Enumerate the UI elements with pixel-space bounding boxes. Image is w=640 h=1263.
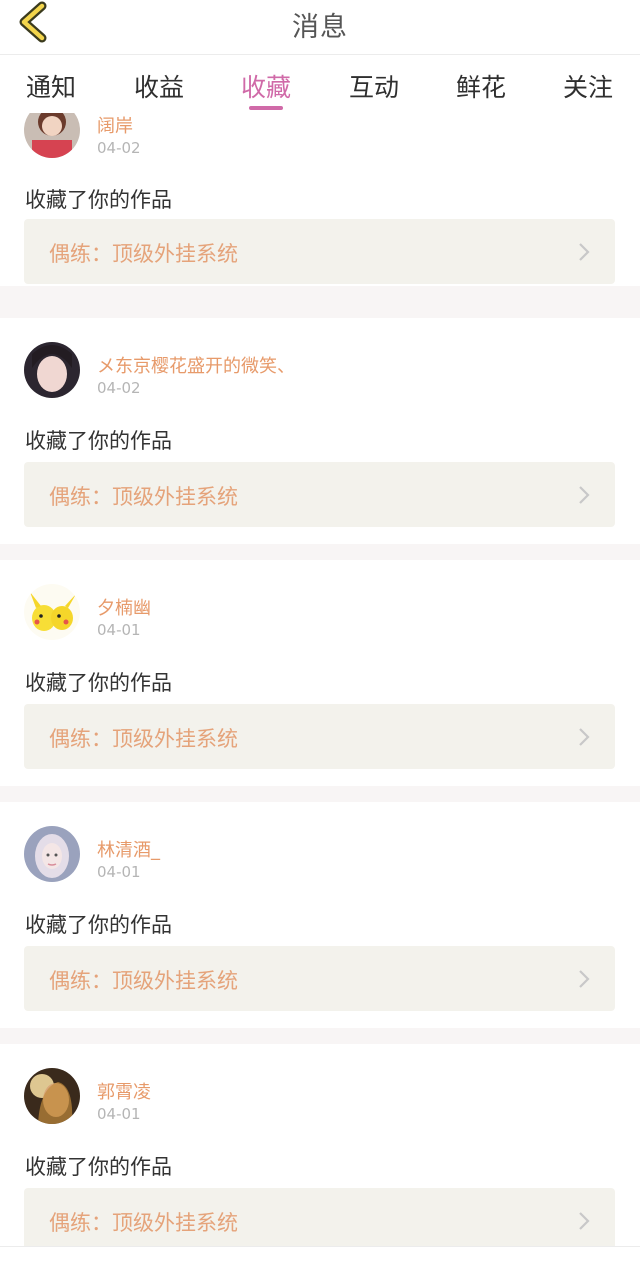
list-item: 阔岸 04-02 收藏了你的作品 偶练：顶级外挂系统 [0, 113, 640, 286]
chevron-right-icon [579, 1212, 590, 1230]
work-link[interactable]: 偶练：顶级外挂系统 [24, 1188, 615, 1246]
username[interactable]: 夕楠幽 [97, 594, 151, 620]
date: 04-02 [97, 139, 141, 157]
chevron-right-icon [579, 970, 590, 988]
work-link[interactable]: 偶练：顶级外挂系统 [24, 462, 615, 527]
work-link[interactable]: 偶练：顶级外挂系统 [24, 704, 615, 769]
chevron-right-icon [579, 486, 590, 504]
tab-follows[interactable]: 关注 [543, 68, 633, 104]
date: 04-01 [97, 1105, 141, 1123]
tab-favorites[interactable]: 收藏 [221, 68, 311, 104]
top-bar: 消息 [0, 0, 640, 55]
username[interactable]: 郭霄凌 [97, 1078, 151, 1104]
username[interactable]: 林清酒_ [97, 836, 160, 862]
list-item: 林清酒_ 04-01 收藏了你的作品 偶练：顶级外挂系统 [0, 802, 640, 1028]
tab-bar: 通知 收益 收藏 互动 鲜花 关注 [0, 55, 640, 113]
username[interactable]: 阔岸 [97, 113, 133, 138]
work-title: 偶练：顶级外挂系统 [49, 727, 238, 751]
active-tab-indicator [249, 106, 283, 110]
avatar[interactable] [24, 1068, 80, 1124]
work-link[interactable]: 偶练：顶级外挂系统 [24, 946, 615, 1011]
message-text: 收藏了你的作品 [25, 1155, 172, 1179]
page-title: 消息 [292, 12, 348, 43]
list-item: メ东京樱花盛开的微笑、 04-02 收藏了你的作品 偶练：顶级外挂系统 [0, 318, 640, 544]
message-text: 收藏了你的作品 [25, 188, 172, 212]
message-text: 收藏了你的作品 [25, 429, 172, 453]
work-title: 偶练：顶级外挂系统 [49, 1211, 238, 1235]
date: 04-02 [97, 379, 141, 397]
work-title: 偶练：顶级外挂系统 [49, 242, 238, 266]
work-title: 偶练：顶级外挂系统 [49, 485, 238, 509]
favorites-list[interactable]: 阔岸 04-02 收藏了你的作品 偶练：顶级外挂系统 メ东京樱花盛开的微笑、 0… [0, 113, 640, 1246]
chevron-right-icon [579, 243, 590, 261]
list-item: 夕楠幽 04-01 收藏了你的作品 偶练：顶级外挂系统 [0, 560, 640, 786]
chevron-right-icon [579, 728, 590, 746]
avatar[interactable] [24, 826, 80, 882]
tab-flowers[interactable]: 鲜花 [436, 68, 526, 104]
username[interactable]: メ东京樱花盛开的微笑、 [97, 352, 295, 378]
avatar[interactable] [24, 342, 80, 398]
work-title: 偶练：顶级外挂系统 [49, 969, 238, 993]
bottom-edge [0, 1246, 640, 1263]
avatar[interactable] [24, 113, 80, 158]
avatar[interactable] [24, 584, 80, 640]
tab-interactions[interactable]: 互动 [329, 68, 419, 104]
date: 04-01 [97, 621, 141, 639]
tab-earnings[interactable]: 收益 [114, 68, 204, 104]
list-item: 郭霄凌 04-01 收藏了你的作品 偶练：顶级外挂系统 [0, 1044, 640, 1246]
work-link[interactable]: 偶练：顶级外挂系统 [24, 219, 615, 284]
date: 04-01 [97, 863, 141, 881]
message-text: 收藏了你的作品 [25, 671, 172, 695]
message-text: 收藏了你的作品 [25, 913, 172, 937]
tab-notifications[interactable]: 通知 [6, 68, 96, 104]
